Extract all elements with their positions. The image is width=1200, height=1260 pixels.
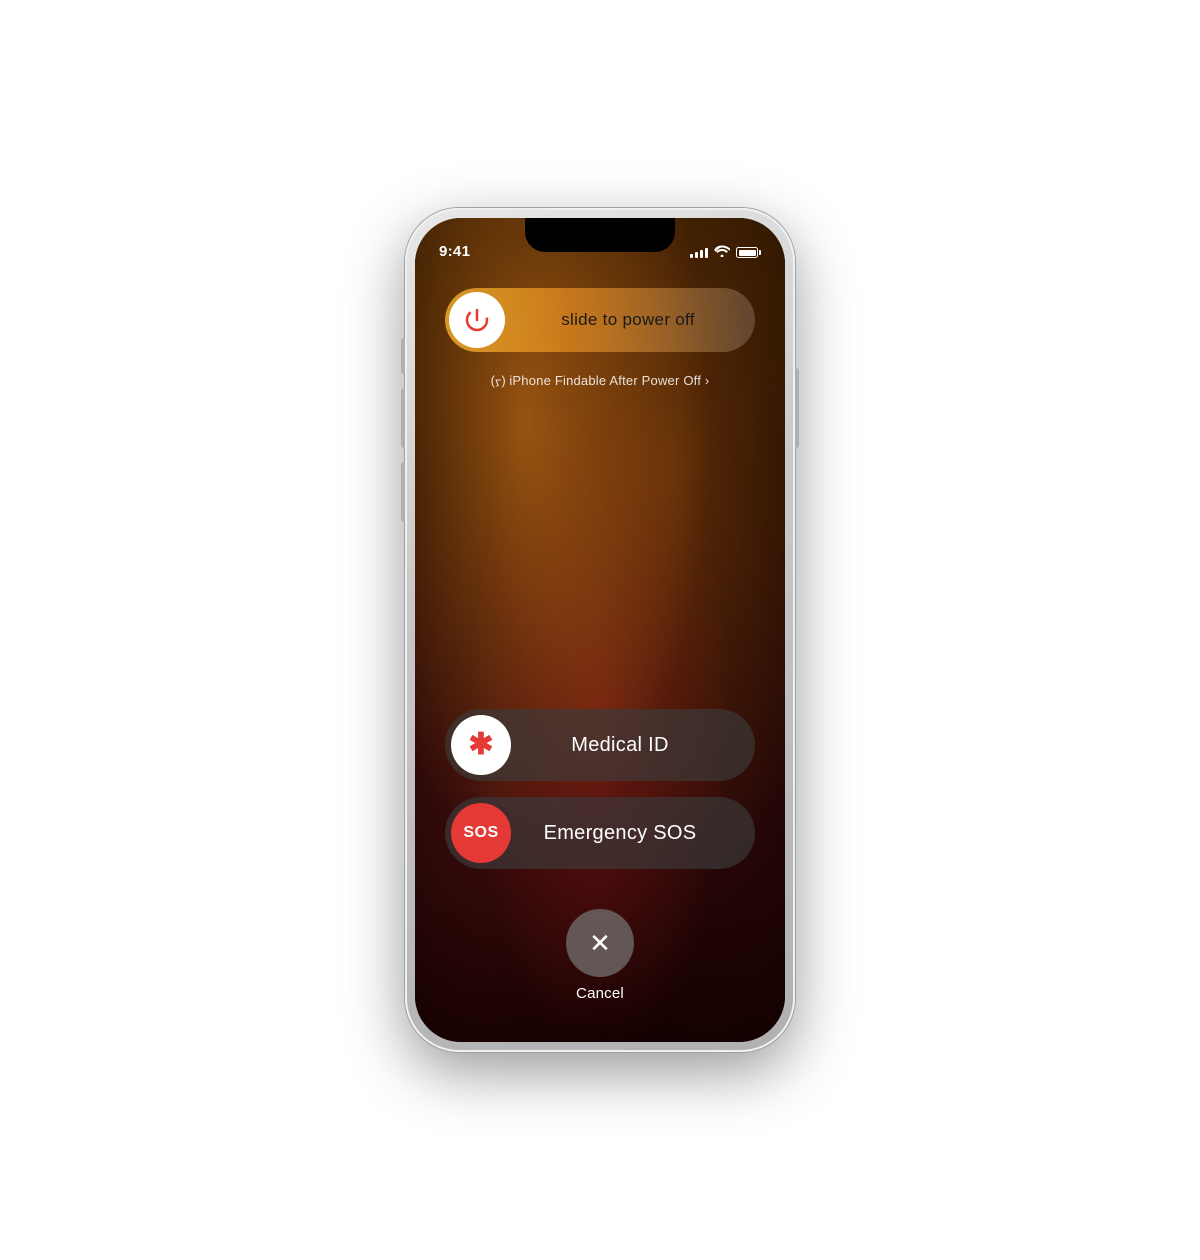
slider-label: slide to power off	[505, 310, 751, 330]
side-button-left-volume-down	[401, 462, 405, 522]
medical-id-icon-circle: ✱	[451, 715, 511, 775]
side-button-right	[795, 368, 799, 448]
slider-handle	[449, 292, 505, 348]
power-off-slider[interactable]: slide to power off	[445, 288, 755, 352]
side-button-left-volume-up	[401, 388, 405, 448]
phone-screen: 9:41	[415, 218, 785, 1042]
wifi-icon	[714, 245, 730, 260]
sos-icon-circle: SOS	[451, 803, 511, 863]
power-icon	[463, 306, 491, 334]
status-icons	[690, 245, 761, 260]
notch	[525, 218, 675, 252]
battery-icon	[736, 247, 761, 258]
screen-content: slide to power off (ᠶ) iPhone Findable A…	[415, 268, 785, 1042]
cancel-x-icon: ✕	[589, 930, 611, 956]
action-sliders: ✱ Medical ID SOS Emergency SOS	[445, 709, 755, 869]
status-time: 9:41	[439, 243, 470, 260]
medical-star-icon: ✱	[468, 730, 493, 760]
findable-after-poweroff-text[interactable]: (ᠶ) iPhone Findable After Power Off ›	[491, 366, 710, 389]
cancel-label: Cancel	[576, 985, 624, 1002]
cancel-section: ✕ Cancel	[566, 909, 634, 1002]
emergency-sos-label: Emergency SOS	[511, 822, 749, 845]
side-button-left-mute	[401, 338, 405, 374]
medical-id-label: Medical ID	[511, 734, 749, 757]
signal-icon	[690, 248, 708, 258]
phone-device: 9:41	[405, 208, 795, 1052]
emergency-sos-slider[interactable]: SOS Emergency SOS	[445, 797, 755, 869]
cancel-button[interactable]: ✕	[566, 909, 634, 977]
sos-badge-text: SOS	[463, 824, 498, 842]
medical-id-slider[interactable]: ✱ Medical ID	[445, 709, 755, 781]
